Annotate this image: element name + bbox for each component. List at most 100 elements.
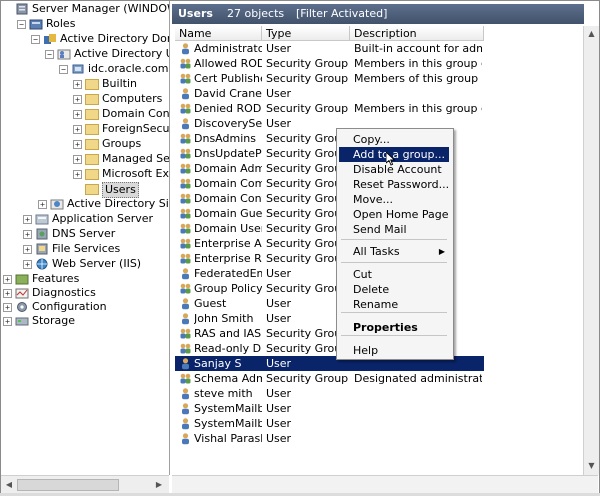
features-icon	[15, 273, 29, 285]
navigation-tree: Server Manager (WINDOWSERVER−Roles−Activ…	[1, 1, 170, 475]
expand-icon[interactable]: +	[73, 155, 82, 164]
tree-node-label: ForeignSecurity	[102, 122, 170, 135]
expand-icon[interactable]: +	[23, 245, 32, 254]
table-row[interactable]: Cert Publishers Security Group ... Members…	[175, 71, 484, 86]
menu-cut[interactable]: Cut	[339, 267, 449, 282]
tree-horizontal-scrollbar[interactable]: ◀ ▶	[1, 475, 169, 493]
expand-icon[interactable]: +	[23, 215, 32, 224]
cell-name: Cert Publishers	[194, 72, 262, 85]
roles-icon	[29, 18, 43, 30]
column-header-description[interactable]: Description	[350, 26, 484, 41]
scroll-up-icon[interactable]: ▲	[586, 28, 597, 40]
expand-icon[interactable]: +	[73, 80, 82, 89]
menu-rename[interactable]: Rename	[339, 297, 449, 312]
scroll-down-icon[interactable]: ▼	[586, 460, 597, 472]
group-icon	[179, 177, 192, 190]
cell-name: SystemMailb...	[194, 417, 262, 430]
results-header: Users 27 objects [Filter Activated]	[172, 4, 584, 24]
cell-name: Allowed ROD...	[194, 57, 262, 70]
column-header-type[interactable]: Type	[262, 26, 350, 41]
expand-icon[interactable]: +	[3, 275, 12, 284]
user-icon	[179, 87, 192, 100]
group-icon	[179, 132, 192, 145]
list-vertical-scrollbar[interactable]: ▲ ▼	[583, 26, 599, 475]
expand-icon[interactable]: +	[73, 95, 82, 104]
cell-type: Security Group ...	[266, 372, 350, 385]
scroll-right-icon[interactable]: ▶	[153, 479, 165, 490]
expand-icon[interactable]: +	[73, 125, 82, 134]
app-server-icon	[35, 213, 49, 225]
folder-icon	[85, 79, 99, 90]
mouse-cursor-icon	[386, 152, 396, 166]
menu-item-label: Delete	[353, 283, 390, 296]
expand-icon[interactable]: +	[3, 289, 12, 298]
user-icon	[179, 387, 192, 400]
table-row[interactable]: Allowed ROD... Security Group ... Members …	[175, 56, 484, 71]
tree-node-label: Server Manager (WINDOWSERVER	[32, 2, 169, 15]
collapse-icon[interactable]: −	[45, 50, 54, 59]
scroll-thumb[interactable]	[17, 479, 119, 491]
menu-all-tasks[interactable]: All Tasks ▶	[339, 244, 449, 259]
cell-name: Domain Cont...	[194, 192, 262, 205]
ad-sites-icon	[50, 198, 64, 210]
folder-icon	[85, 109, 99, 120]
expand-icon[interactable]: +	[3, 303, 12, 312]
folder-icon	[85, 154, 99, 165]
menu-properties[interactable]: Properties	[339, 320, 449, 335]
list-horizontal-scrollbar[interactable]	[172, 475, 598, 495]
scroll-left-icon[interactable]: ◀	[3, 479, 15, 490]
tree-node-label: DNS Server	[52, 227, 116, 240]
table-row[interactable]: SystemMailb... User	[175, 401, 484, 416]
group-icon	[179, 147, 192, 160]
table-row[interactable]: Schema Admins Security Group ... Designate…	[175, 371, 484, 386]
server-icon	[15, 3, 29, 15]
expand-icon[interactable]: +	[73, 110, 82, 119]
table-row[interactable]: Vishal Parashar User	[175, 431, 484, 446]
expand-icon[interactable]: +	[3, 317, 12, 326]
cell-name: Sanjay S	[194, 357, 242, 370]
tree-node-label: Features	[32, 272, 80, 285]
menu-help[interactable]: Help	[339, 343, 449, 358]
menu-open-home-page[interactable]: Open Home Page	[339, 207, 449, 222]
table-row[interactable]: Administrator User Built-in account for ad…	[175, 41, 484, 56]
menu-item-label: Cut	[353, 268, 372, 281]
cell-name: Domain Com...	[194, 177, 262, 190]
group-icon	[179, 252, 192, 265]
table-row[interactable]: steve mith User	[175, 386, 484, 401]
folder-icon	[85, 94, 99, 105]
cell-name: Schema Admins	[194, 372, 262, 385]
filter-status: [Filter Activated]	[296, 7, 388, 20]
cell-name: Denied ROD...	[194, 102, 262, 115]
collapse-icon[interactable]: −	[31, 35, 40, 44]
expand-icon[interactable]: +	[23, 230, 32, 239]
ad-domain-icon	[43, 33, 57, 45]
table-row[interactable]: David Crane User	[175, 86, 484, 101]
table-row[interactable]: SystemMailb... User	[175, 416, 484, 431]
expand-icon[interactable]: +	[73, 140, 82, 149]
expand-icon[interactable]: +	[38, 200, 47, 209]
user-icon	[179, 297, 192, 310]
column-header-name[interactable]: Name	[175, 26, 262, 41]
cell-type: User	[266, 432, 292, 445]
cell-name: Enterprise R...	[194, 252, 262, 265]
table-row[interactable]: Denied ROD... Security Group ... Members i…	[175, 101, 484, 116]
menu-delete[interactable]: Delete	[339, 282, 449, 297]
menu-copy[interactable]: Copy...	[339, 132, 449, 147]
cell-name: John Smith	[194, 312, 254, 325]
menu-reset-password[interactable]: Reset Password...	[339, 177, 449, 192]
cell-description: Built-in account for admini...	[354, 42, 482, 55]
tree-node-label: idc.oracle.com	[88, 62, 169, 75]
tree-node-label: Microsoft Exchæ	[102, 167, 169, 180]
expand-icon[interactable]: +	[73, 170, 82, 179]
group-icon	[179, 222, 192, 235]
menu-move[interactable]: Move...	[339, 192, 449, 207]
expand-icon[interactable]: +	[23, 260, 32, 269]
cell-name: DnsUpdatePr...	[194, 147, 262, 160]
domain-icon	[71, 63, 85, 75]
cell-type: User	[266, 402, 292, 415]
menu-send-mail[interactable]: Send Mail	[339, 222, 449, 237]
collapse-icon[interactable]: −	[59, 65, 68, 74]
user-icon	[179, 42, 192, 55]
cell-type: User	[266, 387, 292, 400]
collapse-icon[interactable]: −	[17, 20, 26, 29]
